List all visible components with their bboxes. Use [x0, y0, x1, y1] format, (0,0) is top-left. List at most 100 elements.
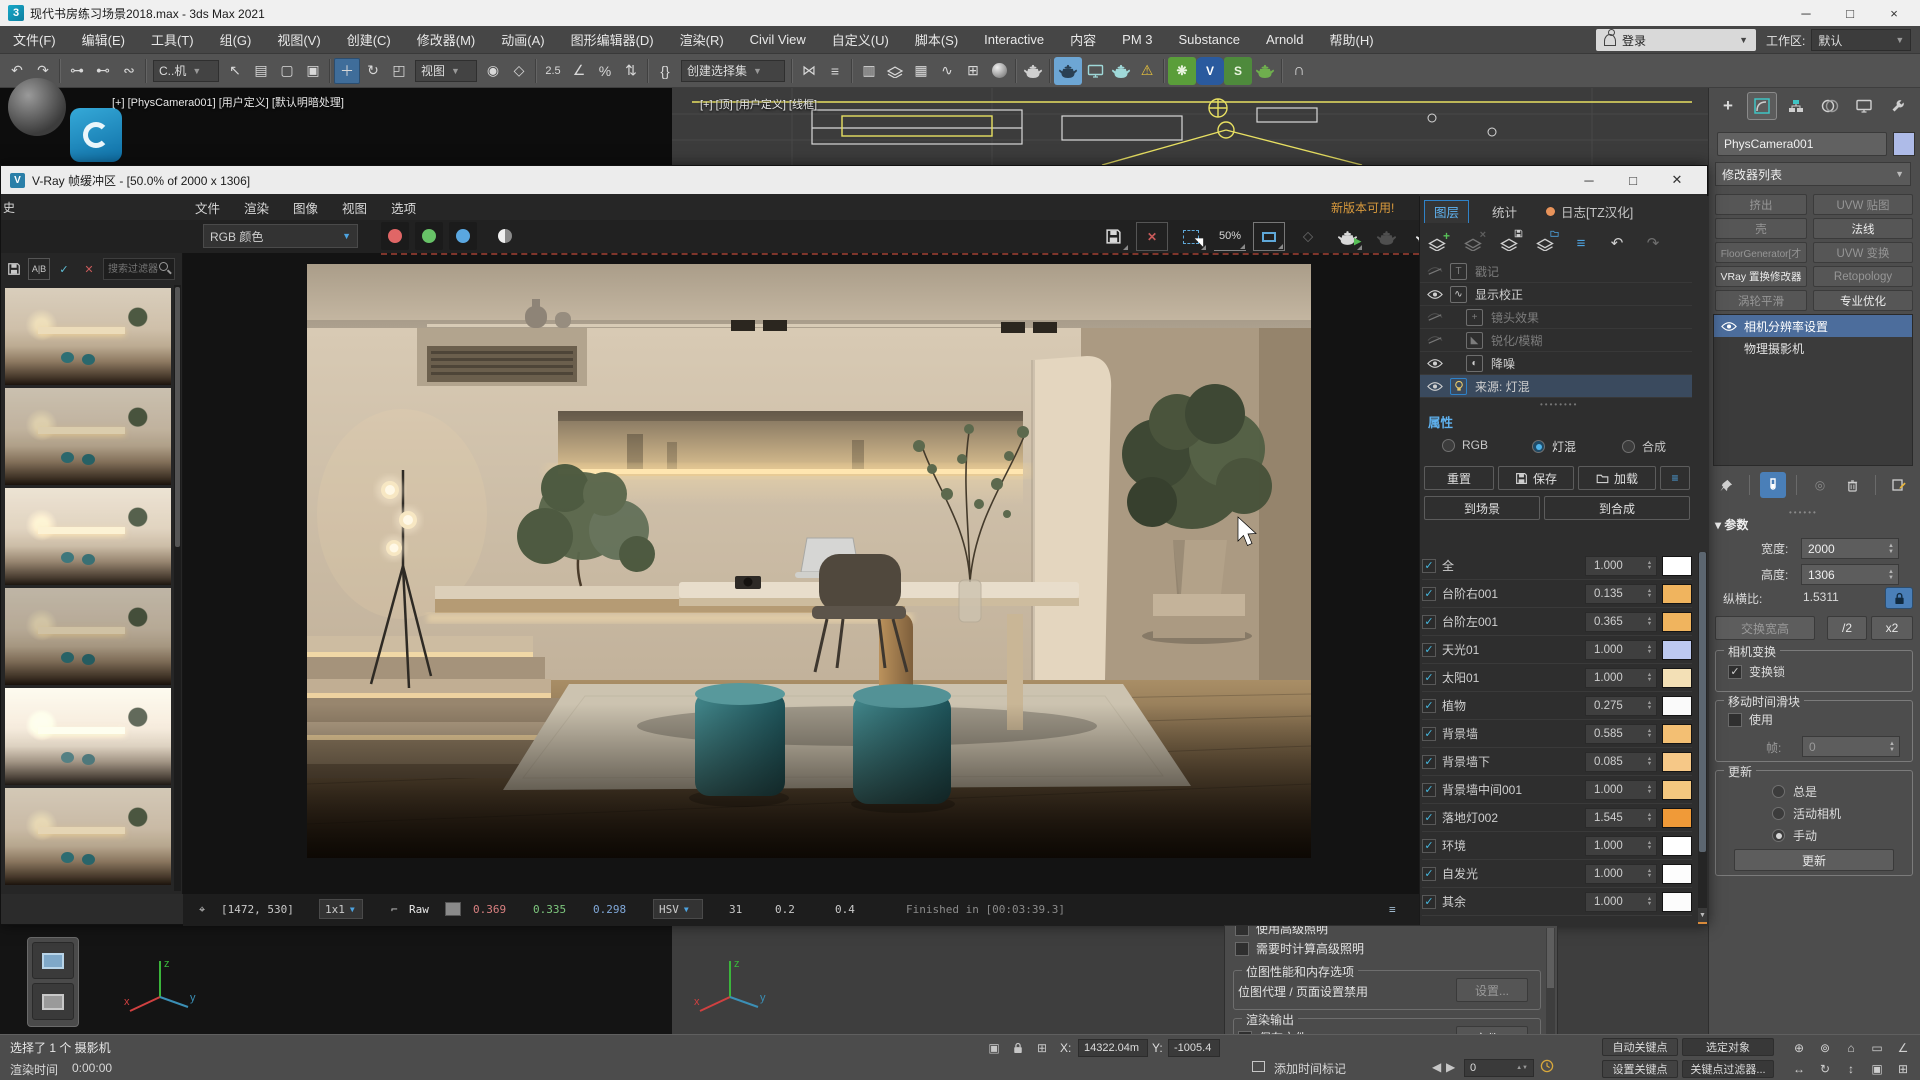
update-notice[interactable]: 新版本可用!	[1331, 199, 1394, 216]
plugin-button[interactable]	[70, 108, 122, 162]
menu-scripting[interactable]: 脚本(S)	[902, 26, 971, 54]
frame-field[interactable]: 0▲▼	[1802, 736, 1900, 757]
lightmix-row[interactable]: 天光011.000▲▼	[1422, 636, 1692, 664]
lightmix-color-swatch[interactable]	[1662, 724, 1692, 744]
lightmix-menu-button[interactable]: ≡	[1660, 466, 1690, 490]
tab-create-icon[interactable]: +	[1713, 92, 1743, 120]
select-rotate-icon[interactable]: ↻	[360, 58, 386, 84]
to-composite-button[interactable]: 到合成	[1544, 496, 1690, 520]
lightmix-value-field[interactable]: 0.585▲▼	[1585, 724, 1657, 744]
vfb-menu-view[interactable]: 视图	[330, 198, 379, 217]
lightmix-value-field[interactable]: 0.365▲▼	[1585, 612, 1657, 632]
double-button[interactable]: x2	[1871, 616, 1913, 640]
transform-lock-checkbox[interactable]	[1728, 665, 1742, 679]
history-thumbnail[interactable]	[5, 488, 171, 585]
save-image-icon[interactable]	[1097, 222, 1129, 251]
delete-layer-icon[interactable]: ×	[1460, 231, 1486, 255]
select-manipulate-icon[interactable]: ◇	[506, 58, 532, 84]
clear-image-icon[interactable]: ✕	[1136, 222, 1168, 251]
edit-selection-sets-icon[interactable]: {}	[652, 58, 678, 84]
bitmap-setup-button[interactable]: 设置...	[1456, 978, 1528, 1002]
menu-tools[interactable]: 工具(T)	[138, 26, 207, 54]
layer-row-denoiser[interactable]: ◐降噪	[1420, 352, 1692, 375]
menu-animation[interactable]: 动画(A)	[488, 26, 557, 54]
vfb-menu-image[interactable]: 图像	[281, 198, 330, 217]
modifier-list-dropdown[interactable]: 修改器列表▼	[1715, 162, 1911, 186]
aspect-lock-button[interactable]	[1885, 587, 1913, 609]
colorspace-dropdown[interactable]: HSV▼	[653, 899, 703, 919]
layer-row-source-lightmix[interactable]: 来源: 灯混	[1420, 375, 1692, 398]
lightmix-color-swatch[interactable]	[1662, 584, 1692, 604]
menu-interactive[interactable]: Interactive	[971, 26, 1057, 54]
radio-composite[interactable]: 合成	[1622, 438, 1666, 455]
zoom-all-icon[interactable]: ⊚	[1812, 1038, 1838, 1057]
use-adv-lighting-row[interactable]: 使用高级照明	[1235, 925, 1328, 937]
load-button[interactable]: 加载	[1578, 466, 1656, 490]
isolate-selection-icon[interactable]: ▣	[984, 1039, 1004, 1057]
viewport-area-top[interactable]: [+] [顶] [用户定义] [线框] [+] [PhysCamera001] …	[0, 88, 1920, 165]
width-field[interactable]: 2000▲▼	[1801, 538, 1899, 559]
follow-mouse-icon[interactable]: ⬦	[1292, 222, 1324, 251]
select-by-name-icon[interactable]: ▤	[248, 58, 274, 84]
vfb-canvas[interactable]	[183, 253, 1419, 894]
lightmix-color-swatch[interactable]	[1662, 780, 1692, 800]
named-selection-set-dropdown[interactable]: 创建选择集▼	[681, 60, 785, 82]
object-name-field[interactable]: PhysCamera001	[1717, 132, 1887, 156]
pan-icon[interactable]: ↔	[1786, 1059, 1812, 1078]
lightmix-color-swatch[interactable]	[1662, 668, 1692, 688]
lightmix-checkbox[interactable]	[1422, 755, 1436, 769]
lightmix-value-field[interactable]: 1.000▲▼	[1585, 836, 1657, 856]
bind-spacewarp-icon[interactable]: ∾	[116, 58, 142, 84]
menu-create[interactable]: 创建(C)	[334, 26, 404, 54]
orbit-icon[interactable]: ↻	[1812, 1059, 1838, 1078]
vfb-menu-render[interactable]: 渲染	[232, 198, 281, 217]
vault-icon[interactable]: V	[1196, 57, 1224, 85]
time-configuration-icon[interactable]	[1540, 1059, 1554, 1076]
raw-label[interactable]: Raw	[409, 903, 429, 916]
lightmix-color-swatch[interactable]	[1662, 864, 1692, 884]
vfb-menu-options[interactable]: 选项	[379, 198, 428, 217]
modifier-button-retopology[interactable]: Retopology	[1813, 266, 1913, 287]
layers-undo-icon[interactable]: ↶	[1604, 231, 1630, 255]
render-production-icon[interactable]	[1108, 58, 1134, 84]
lightmix-row[interactable]: 环境1.000▲▼	[1422, 832, 1692, 860]
lightmix-row[interactable]: 台阶左0010.365▲▼	[1422, 608, 1692, 636]
lightmix-color-swatch[interactable]	[1662, 640, 1692, 660]
lightmix-row[interactable]: 背景墙下0.085▲▼	[1422, 748, 1692, 776]
update-button[interactable]: 更新	[1734, 849, 1894, 871]
swap-wh-button[interactable]: 交换宽高	[1715, 616, 1815, 640]
radio-active-camera[interactable]	[1772, 807, 1785, 820]
layers-redo-icon[interactable]: ↷	[1640, 231, 1666, 255]
remove-modifier-icon[interactable]	[1839, 472, 1865, 498]
civil-view-icon[interactable]: ❋	[1168, 57, 1196, 85]
modifier-button-uvwxform[interactable]: UVW 变换	[1813, 242, 1913, 263]
lightmix-color-swatch[interactable]	[1662, 612, 1692, 632]
set-b-icon[interactable]: ✕	[78, 258, 100, 280]
tab-stats[interactable]: 统计	[1482, 200, 1527, 223]
use-checkbox[interactable]	[1728, 713, 1742, 727]
rendered-image[interactable]	[307, 264, 1311, 858]
height-field[interactable]: 1306▲▼	[1801, 564, 1899, 585]
lightmix-value-field[interactable]: 1.000▲▼	[1585, 864, 1657, 884]
select-scale-icon[interactable]: ◰	[386, 58, 412, 84]
lightmix-checkbox[interactable]	[1422, 643, 1436, 657]
render-history-teapot-icon[interactable]	[1370, 222, 1402, 251]
history-save-icon[interactable]	[3, 258, 25, 280]
palette-button-2[interactable]	[32, 983, 74, 1020]
lightmix-checkbox[interactable]	[1422, 699, 1436, 713]
radio-lightmix[interactable]: 灯混	[1532, 438, 1576, 455]
camera-viewport-label[interactable]: [+] [PhysCamera001] [用户定义] [默认明暗处理]	[112, 94, 344, 110]
lightmix-color-swatch[interactable]	[1662, 696, 1692, 716]
history-thumbnail[interactable]	[5, 788, 171, 885]
arnold-teapot-icon[interactable]	[1252, 58, 1278, 84]
modifier-button-shell[interactable]: 壳	[1715, 218, 1807, 239]
layer-list-icon[interactable]: ≡	[1568, 231, 1594, 255]
mirror-icon[interactable]: ⋈	[796, 58, 822, 84]
render-frame-active-icon[interactable]	[1054, 57, 1082, 85]
select-object-icon[interactable]: ↖	[222, 58, 248, 84]
region-render-icon[interactable]: ◥	[1175, 222, 1207, 251]
next-key-icon[interactable]: ▶	[1446, 1060, 1455, 1074]
tab-hierarchy-icon[interactable]	[1781, 92, 1811, 120]
menu-customize[interactable]: 自定义(U)	[819, 26, 902, 54]
modifier-button-turbosmooth[interactable]: 涡轮平滑	[1715, 290, 1807, 311]
